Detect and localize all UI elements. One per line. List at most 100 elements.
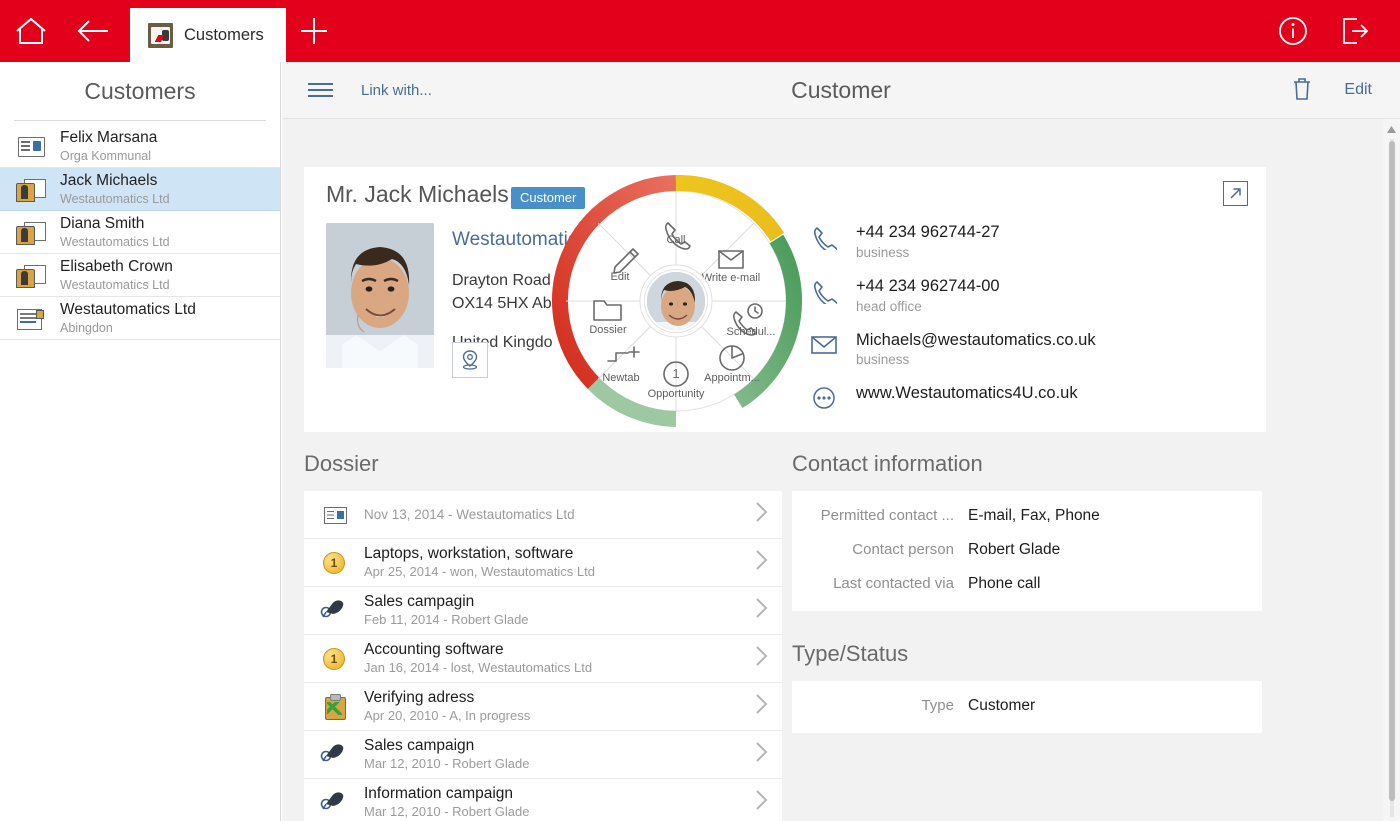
expand-icon[interactable] [1223, 181, 1248, 206]
contact-person-icon [16, 176, 46, 202]
sidebar-title: Customers [84, 77, 196, 104]
sidebar-item-sub: Westautomatics Ltd [60, 234, 170, 249]
chevron-right-icon [755, 597, 768, 624]
dossier-row-sub: Feb 11, 2014 - Robert Glade [364, 611, 529, 627]
sidebar-item-sub: Orga Kommunal [60, 148, 152, 163]
type-status-title: Type/Status [792, 641, 909, 666]
contact-value: Michaels@westautomatics.co.uk [856, 330, 1096, 349]
dossier-row-sub: Nov 13, 2014 - Westautomatics Ltd [364, 506, 575, 522]
svg-text:Dossier: Dossier [589, 324, 627, 336]
contact-row[interactable]: Michaels@westautomatics.co.uk business [810, 330, 1096, 368]
dossier-row[interactable]: Nov 13, 2014 - Westautomatics Ltd [304, 491, 782, 539]
list-item-icon [16, 133, 46, 159]
svg-text:Newtab: Newtab [602, 372, 639, 384]
sidebar-item-name: Jack Michaels [60, 172, 158, 190]
dossier-row-icon [320, 597, 350, 625]
scroll-up-arrow-icon[interactable] [1383, 122, 1400, 136]
back-arrow-icon[interactable] [62, 0, 124, 62]
info-value: E-mail, Fax, Phone [968, 507, 1100, 524]
contact-row[interactable]: +44 234 962744-27 business [810, 223, 1096, 260]
main-toolbar-actions: Edit [1290, 75, 1400, 106]
info-icon[interactable] [1262, 0, 1324, 62]
dossier-row-title: Sales campagin [364, 593, 475, 611]
dossier-row-icon [320, 693, 350, 721]
sidebar-item-0[interactable]: Felix Marsana Orga Kommunal [0, 125, 280, 168]
link-with-button[interactable]: Link with... [361, 82, 432, 99]
info-row: Last contacted via Phone call [792, 575, 1262, 593]
svg-text:Opportunity: Opportunity [648, 388, 705, 400]
dossier-row[interactable]: Sales campagin Feb 11, 2014 - Robert Glad… [304, 587, 782, 635]
list-item-icon [16, 219, 46, 245]
dossier-row-title: Sales campaign [364, 737, 475, 755]
sidebar-item-3[interactable]: Elisabeth Crown Westautomatics Ltd [0, 254, 280, 297]
contact-value: www.Westautomatics4U.co.uk [856, 384, 1078, 403]
dossier-row[interactable]: Sales campaign Mar 12, 2010 - Robert Glad… [304, 731, 782, 779]
edit-button[interactable]: Edit [1344, 81, 1372, 99]
dossier-row-sub: Apr 20, 2010 - A, In progress [364, 707, 531, 723]
person-name: Mr. Jack Michaels [326, 181, 509, 207]
company-icon [16, 305, 46, 331]
scrollbar-thumb[interactable] [1389, 141, 1395, 801]
dossier-row-icon: 1 [320, 645, 350, 673]
topbar-right-actions [1262, 0, 1400, 62]
person-card: Mr. Jack Michaels Customer Westautomatic… [304, 167, 1266, 432]
sidebar-item-name: Felix Marsana [60, 129, 158, 147]
contact-value: +44 234 962744-27 [856, 223, 1000, 241]
logout-icon[interactable] [1324, 0, 1386, 62]
info-value: Customer [968, 697, 1036, 714]
contact-sub: business [856, 244, 910, 260]
dossier-row[interactable]: 1 Laptops, workstation, software Apr 25, 2… [304, 539, 782, 587]
sidebar-item-1[interactable]: Jack Michaels Westautomatics Ltd [0, 168, 280, 211]
dossier-row-icon: 1 [320, 549, 350, 577]
contact-sub: business [856, 352, 910, 368]
campaign-icon [320, 743, 346, 769]
svg-text:Call: Call [667, 234, 686, 246]
svg-text:Schedul...: Schedul... [727, 326, 776, 338]
svg-text:Appointm...: Appointm... [704, 372, 760, 384]
plus-icon[interactable] [286, 0, 342, 62]
sidebar-item-name: Diana Smith [60, 215, 145, 233]
svg-text:1: 1 [672, 366, 679, 381]
contact-person-icon [16, 219, 46, 245]
info-value: Robert Glade [968, 541, 1061, 558]
dossier-row-title: Verifying adress [364, 689, 475, 707]
top-bar: Customers [0, 0, 1400, 62]
web-icon [810, 384, 838, 412]
dossier-row-icon [320, 741, 350, 769]
sidebar-item-2[interactable]: Diana Smith Westautomatics Ltd [0, 211, 280, 254]
dossier-list: Nov 13, 2014 - Westautomatics Ltd 1 Laptop… [304, 491, 782, 821]
list-item-icon [16, 176, 46, 202]
tab-customers[interactable]: Customers [130, 8, 286, 62]
home-icon[interactable] [0, 0, 62, 62]
sidebar-item-4[interactable]: Westautomatics Ltd Abingdon [0, 297, 280, 340]
info-row: Type Customer [792, 697, 1262, 715]
map-pin-icon[interactable] [452, 342, 488, 378]
chevron-right-icon [755, 693, 768, 720]
dossier-row[interactable]: Verifying adress Apr 20, 2010 - A, In pro… [304, 683, 782, 731]
chevron-right-icon [755, 789, 768, 816]
radial-action-menu[interactable]: 1 Call Write e-mail Schedul... Appointm.… [550, 175, 802, 427]
chevron-right-icon [755, 501, 768, 528]
info-row: Permitted contact ... E-mail, Fax, Phone [792, 507, 1262, 525]
contact-row[interactable]: +44 234 962744-00 head office [810, 277, 1096, 314]
contact-value: +44 234 962744-00 [856, 276, 1000, 295]
vertical-scrollbar[interactable] [1383, 119, 1400, 821]
customer-list: Felix Marsana Orga Kommunal Jack Michaels W… [0, 121, 280, 340]
svg-text:Write e-mail: Write e-mail [702, 272, 760, 284]
opportunity-coin-icon: 1 [323, 647, 345, 670]
trash-icon[interactable] [1290, 75, 1314, 106]
sidebar-item-sub: Abingdon [60, 320, 113, 335]
contact-card-icon [16, 133, 46, 159]
phone-icon [810, 277, 838, 305]
page-title: Customer [791, 76, 891, 103]
dossier-row[interactable]: Information campaign Mar 12, 2010 - Rober… [304, 779, 782, 821]
chevron-right-icon [755, 741, 768, 768]
hamburger-menu-icon[interactable] [308, 83, 333, 97]
campaign-icon [320, 791, 346, 817]
contacts-app-icon [148, 22, 173, 48]
dossier-row[interactable]: 1 Accounting software Jan 16, 2014 - lost,… [304, 635, 782, 683]
contact-row[interactable]: www.Westautomatics4U.co.uk [810, 384, 1096, 412]
info-label: Contact person [852, 541, 954, 558]
contact-avatar [645, 270, 707, 332]
dossier-row-icon [320, 789, 350, 817]
